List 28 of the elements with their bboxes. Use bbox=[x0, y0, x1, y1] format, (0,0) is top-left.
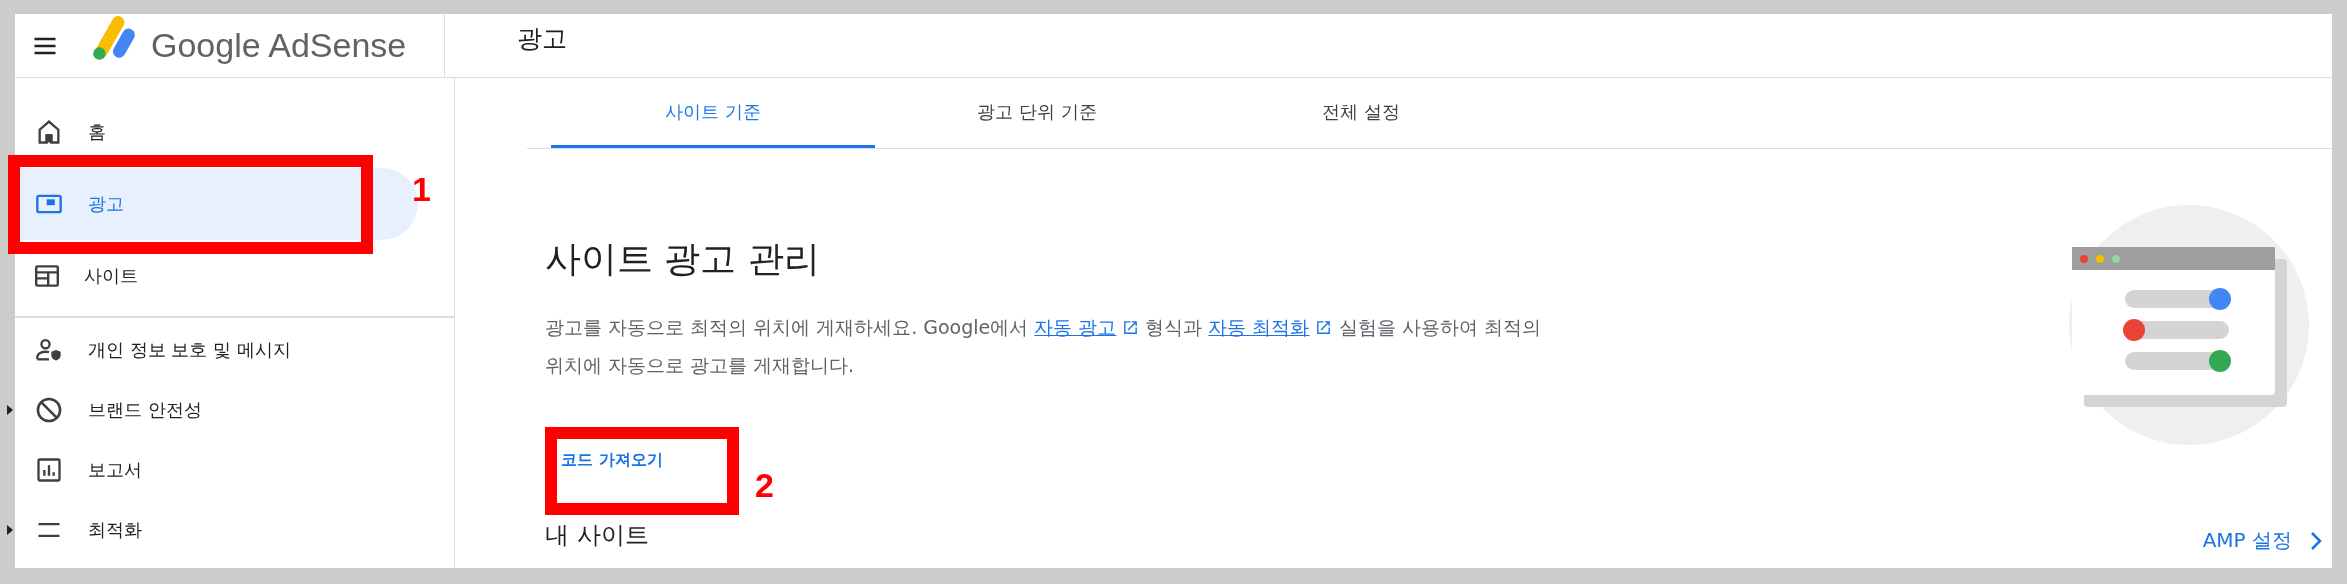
product-name: Google AdSense bbox=[151, 26, 407, 65]
section-title: 사이트 광고 관리 bbox=[545, 237, 821, 281]
sidebar-item[interactable]: 브랜드 안전성 bbox=[15, 380, 418, 440]
external-link-icon bbox=[1122, 319, 1140, 336]
privacy-icon bbox=[35, 336, 63, 364]
link[interactable]: 자동 최적화 bbox=[1208, 316, 1333, 338]
link[interactable]: 자동 광고 bbox=[1034, 316, 1140, 338]
page-title: 광고 bbox=[517, 23, 567, 55]
amp-settings-link[interactable]: AMP 설정 bbox=[2202, 527, 2322, 554]
chevron-right-icon bbox=[2310, 530, 2322, 551]
expand-caret-icon[interactable] bbox=[7, 525, 13, 535]
get-code-link[interactable]: 코드 가져오기 bbox=[561, 450, 663, 471]
expand-caret-icon[interactable] bbox=[7, 405, 13, 415]
bar-chart-icon bbox=[35, 456, 63, 484]
sidebar-item[interactable]: 최적화 bbox=[15, 500, 418, 560]
tab[interactable]: 사이트 기준 bbox=[551, 78, 875, 148]
annotation-number: 2 bbox=[755, 466, 774, 505]
description: 광고를 자동으로 최적의 위치에 게재하세요. Google에서 자동 광고 형식과 자동 최적화 실험을 사용하여 최적의 위치에 자동으로 광고를 게재합니다. bbox=[545, 315, 1542, 378]
sidebar-item[interactable]: 사이트 bbox=[15, 240, 418, 312]
block-icon bbox=[35, 396, 63, 424]
section-heading: 내 사이트 bbox=[545, 520, 650, 551]
sidebar-item[interactable]: 보고서 bbox=[15, 440, 418, 500]
layout-icon bbox=[35, 265, 59, 287]
external-link-icon bbox=[1315, 319, 1333, 336]
tab[interactable]: 광고 단위 기준 bbox=[875, 78, 1199, 148]
sidebar-item[interactable]: 개인 정보 보호 및 메시지 bbox=[15, 320, 418, 380]
sidebar-item[interactable]: 홈 bbox=[15, 96, 418, 168]
tab[interactable]: 전체 설정 bbox=[1199, 78, 1523, 148]
